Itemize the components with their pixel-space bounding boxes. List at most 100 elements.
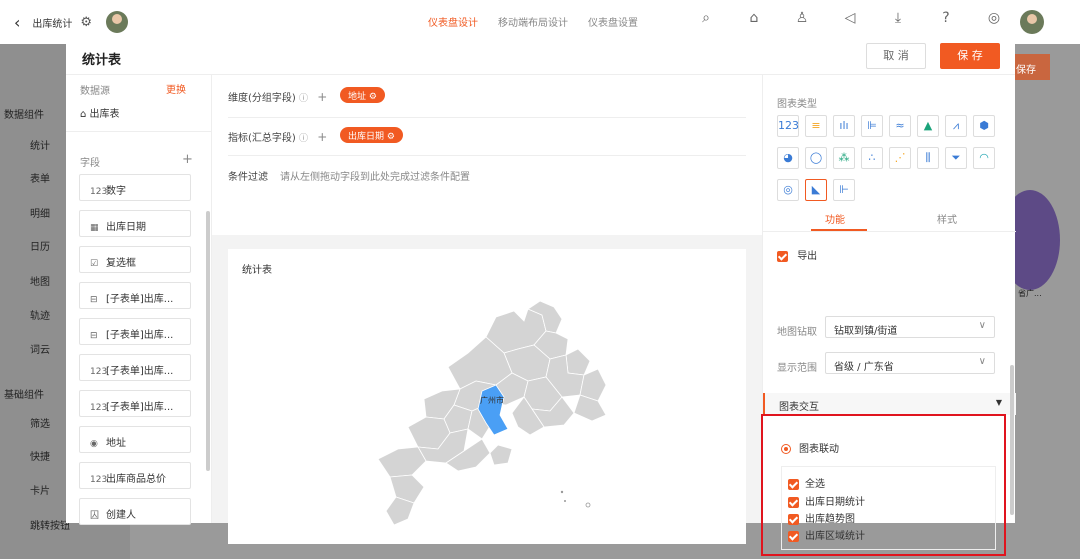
option-label: 出库趋势图 xyxy=(805,514,855,525)
download-icon[interactable]: ⤓ xyxy=(874,10,922,26)
chart-config-modal: 统计表 取 消 保 存 数据源 更换 ⌂ 出库表 字段 + 123数字 ▦ 出库日… xyxy=(66,37,1016,556)
area-icon[interactable]: ▲ xyxy=(917,115,939,137)
export-checkbox[interactable] xyxy=(777,250,788,262)
add-metric-icon[interactable]: + xyxy=(317,130,327,144)
number-icon[interactable]: 123 xyxy=(777,115,799,137)
gear-icon[interactable]: ⚙ xyxy=(387,132,395,142)
fields-label: 字段 xyxy=(80,158,100,169)
bar-center-icon[interactable]: ⫼ xyxy=(917,147,939,169)
map-drill-select[interactable]: 钻取到镇/街道 ∨ xyxy=(825,316,995,338)
linkage-option[interactable]: 出库日期统计 xyxy=(788,493,865,508)
change-datasource-link[interactable]: 更换 xyxy=(166,81,186,96)
cancel-button[interactable]: 取 消 xyxy=(866,43,926,69)
field-label: [子表单]出库... xyxy=(106,366,174,377)
field-item[interactable]: 123数字 xyxy=(79,174,191,201)
bubble-icon[interactable]: ⁂ xyxy=(833,147,855,169)
top-icons: ⌕ ⌂ ♙ ◁ ⤓ ? ◎ xyxy=(682,10,1018,26)
divider xyxy=(66,131,212,132)
save-button[interactable]: 保 存 xyxy=(940,43,1000,69)
tab-function[interactable]: 功能 xyxy=(825,211,845,226)
add-field-icon[interactable]: + xyxy=(182,152,193,167)
bar-vertical-icon[interactable]: ılı xyxy=(833,115,855,137)
field-scrollbar[interactable] xyxy=(206,211,210,471)
config-section: 维度(分组字段) ⓘ + 地址 ⚙ 指标(汇总字段) ⓘ + 出库日期 ⚙ 条件… xyxy=(212,75,762,235)
field-item[interactable]: 囚创建人 xyxy=(79,498,191,525)
bar-stack-icon[interactable]: ⊫ xyxy=(861,115,883,137)
display-range-label: 显示范围 xyxy=(777,363,817,374)
tab-mobile-layout[interactable]: 移动端布局设计 xyxy=(498,14,568,29)
field-item[interactable]: 123出库商品总价 xyxy=(79,462,191,489)
checkbox-icon[interactable] xyxy=(788,496,799,508)
field-item[interactable]: ⊟ [子表单]出库... xyxy=(79,282,191,309)
bg-item: 统计 xyxy=(30,141,50,152)
datasource-name[interactable]: ⌂ 出库表 xyxy=(80,105,120,120)
checkbox-icon[interactable] xyxy=(788,478,799,490)
tab-dashboard-design[interactable]: 仪表盘设计 xyxy=(428,14,478,29)
gauge-icon[interactable]: ◠ xyxy=(973,147,995,169)
table-icon[interactable]: ⊩ xyxy=(833,179,855,201)
field-item[interactable]: 123[子表单]出库... xyxy=(79,390,191,417)
export-option[interactable]: 导出 xyxy=(777,247,817,262)
hex-icon[interactable]: ⬢ xyxy=(973,115,995,137)
search-icon[interactable]: ⌕ xyxy=(682,10,730,26)
linkage-options: 全选 出库日期统计 出库趋势图 出库区域统计 xyxy=(781,466,996,550)
map-icon[interactable]: ◣ xyxy=(805,179,827,201)
number-field-icon: 123 xyxy=(90,187,108,197)
map-island xyxy=(560,490,564,494)
ring-icon[interactable]: ◎ xyxy=(777,179,799,201)
help-icon[interactable]: ? xyxy=(922,10,970,26)
gear-icon[interactable]: ⚙ xyxy=(80,15,92,30)
user-field-icon: 囚 xyxy=(90,511,100,521)
pie-icon[interactable]: ◕ xyxy=(777,147,799,169)
option-label: 出库日期统计 xyxy=(805,497,865,508)
properties-panel: 图表类型 123 ≡ ılı ⊫ ≈ ▲ ⩘ ⬢ ◕ ◯ ⁂ ∴ ⋰ ⫼ ⏷ ◠ ◎ ◣ ⊩ 功能 样式 导出 地图… xyxy=(761,75,1016,556)
map-drill-value: 钻取到镇/街道 xyxy=(834,326,898,337)
datasource-label: 数据源 xyxy=(80,86,110,97)
shirt-icon[interactable]: ♙ xyxy=(778,10,826,26)
interaction-section-header[interactable]: 图表交互 ▼ xyxy=(763,393,1016,415)
linkage-option[interactable]: 全选 xyxy=(788,475,825,490)
guangdong-map[interactable]: 广州市 xyxy=(228,249,746,544)
help-icon[interactable]: ⓘ xyxy=(299,134,308,144)
scatter-icon[interactable]: ∴ xyxy=(861,147,883,169)
bar-horizontal-icon[interactable]: ≡ xyxy=(805,115,827,137)
linkage-option[interactable]: 出库趋势图 xyxy=(788,510,855,525)
metric-tag[interactable]: 出库日期 ⚙ xyxy=(340,127,403,143)
scatter-color-icon[interactable]: ⋰ xyxy=(889,147,911,169)
field-item[interactable]: ☑ 复选框 xyxy=(79,246,191,273)
display-range-select[interactable]: 省级 / 广东省 ∨ xyxy=(825,352,995,374)
field-item[interactable]: 123[子表单]出库... xyxy=(79,354,191,381)
combo-icon[interactable]: ⩘ xyxy=(945,115,967,137)
line-icon[interactable]: ≈ xyxy=(889,115,911,137)
linkage-radio[interactable]: 图表联动 xyxy=(781,440,839,455)
radio-icon[interactable] xyxy=(781,444,791,454)
megaphone-icon[interactable]: ◁ xyxy=(826,10,874,26)
field-label: [子表单]出库... xyxy=(106,330,174,341)
field-item[interactable]: ⊟ [子表单]出库... xyxy=(79,318,191,345)
add-dimension-icon[interactable]: + xyxy=(317,90,327,104)
donut-icon[interactable]: ◯ xyxy=(805,147,827,169)
field-item[interactable]: ▦ 出库日期 xyxy=(79,210,191,237)
dimension-label: 维度(分组字段) xyxy=(228,93,296,104)
top-tabs: 仪表盘设计 移动端布局设计 仪表盘设置 xyxy=(428,14,638,29)
checkbox-icon[interactable] xyxy=(788,530,799,542)
dimension-tag[interactable]: 地址 ⚙ xyxy=(340,87,385,103)
linkage-option[interactable]: 出库区域统计 xyxy=(788,527,865,542)
funnel-icon[interactable]: ⏷ xyxy=(945,147,967,169)
avatar[interactable] xyxy=(106,11,129,33)
user-avatar[interactable] xyxy=(1020,10,1044,34)
checkbox-icon[interactable] xyxy=(788,513,799,525)
settings-icon[interactable]: ◎ xyxy=(970,10,1018,26)
panel-scrollbar[interactable] xyxy=(1010,365,1014,515)
back-arrow-icon[interactable]: ‹ xyxy=(14,13,20,32)
field-item[interactable]: ◉ 地址 xyxy=(79,426,191,453)
field-label: [子表单]出库... xyxy=(106,294,174,305)
filter-drop-zone[interactable]: 请从左侧拖动字段到此处完成过滤条件配置 xyxy=(280,168,470,183)
home-icon[interactable]: ⌂ xyxy=(730,10,778,26)
caret-down-icon: ▼ xyxy=(995,398,1002,407)
tab-dashboard-settings[interactable]: 仪表盘设置 xyxy=(588,14,638,29)
field-label: 出库商品总价 xyxy=(106,474,166,485)
tab-style[interactable]: 样式 xyxy=(937,211,957,226)
help-icon[interactable]: ⓘ xyxy=(299,94,308,104)
gear-icon[interactable]: ⚙ xyxy=(369,92,377,102)
